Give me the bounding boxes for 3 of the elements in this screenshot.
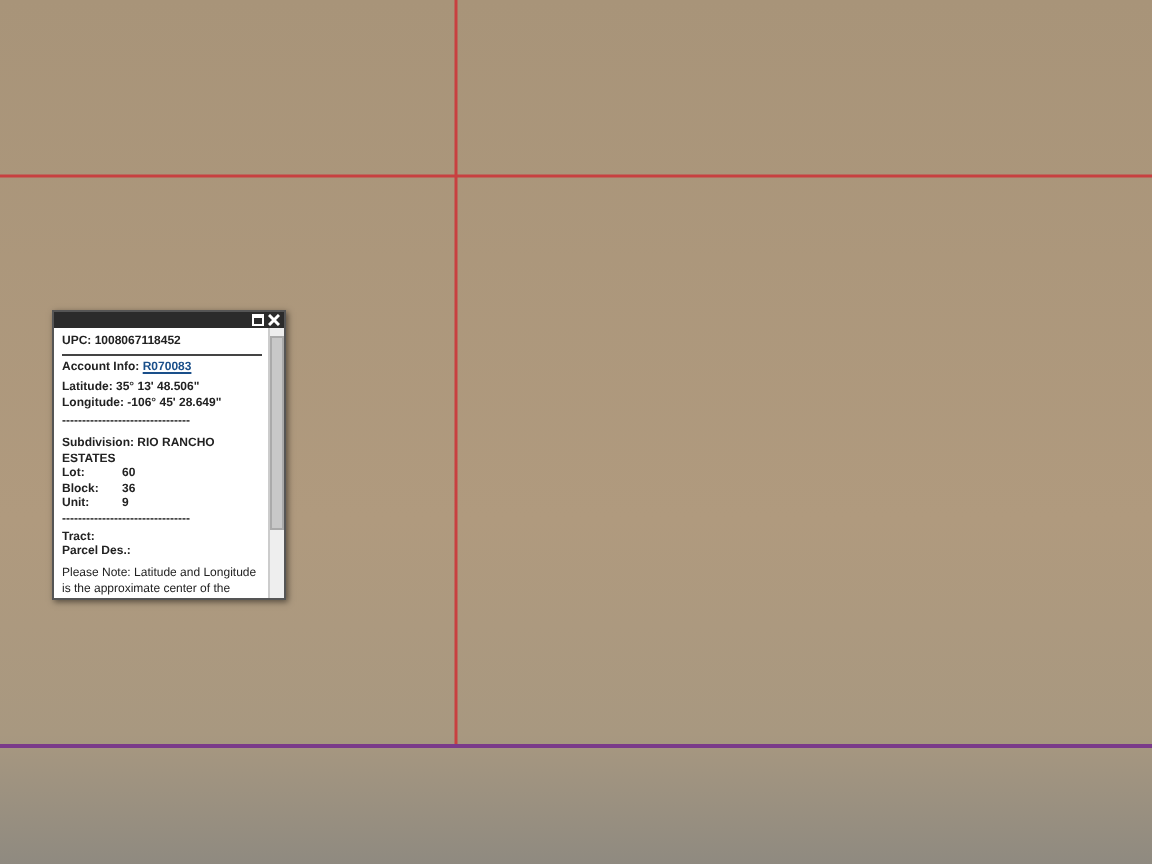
scrollbar[interactable] [268, 328, 284, 598]
close-icon[interactable] [268, 314, 280, 326]
maximize-icon[interactable] [252, 314, 264, 326]
